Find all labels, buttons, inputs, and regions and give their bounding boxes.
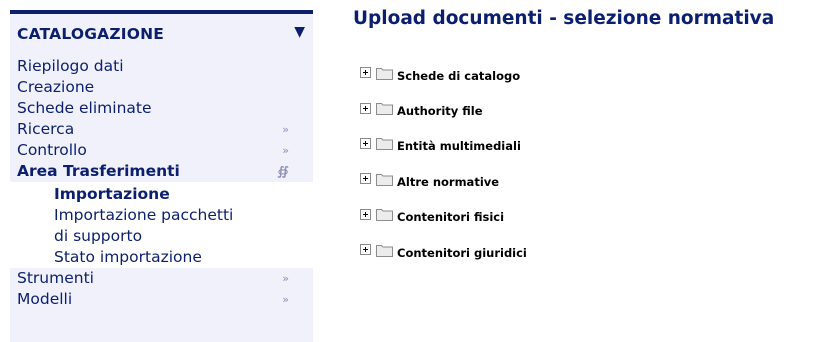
folder-icon xyxy=(376,244,393,257)
sidebar-item-controllo[interactable]: Controllo » xyxy=(10,140,313,161)
submenu-item-label: Importazione xyxy=(54,185,170,203)
sidebar-item-strumenti[interactable]: Strumenti » xyxy=(10,268,313,289)
tree-node-authority-file: Authority file xyxy=(360,90,527,125)
double-chevron-right-icon: » xyxy=(282,293,289,306)
sidebar-item-label: Modelli xyxy=(17,290,73,308)
sidebar-item-label: Ricerca xyxy=(17,120,75,138)
sidebar-item-area-trasferimenti[interactable]: Area Trasferimenti ∯ xyxy=(10,161,313,182)
sidebar-item-label: Schede eliminate xyxy=(17,99,152,117)
sidebar-item-ricerca[interactable]: Ricerca » xyxy=(10,119,313,140)
submenu-item-importazione-pacchetti[interactable]: Importazione pacchetti di supporto xyxy=(10,205,313,247)
submenu-item-label: Stato importazione xyxy=(54,248,202,266)
plus-box-icon[interactable] xyxy=(360,102,371,114)
page-title: Upload documenti - selezione normativa xyxy=(353,8,775,29)
sidebar-item-label: Strumenti xyxy=(17,269,94,287)
sidebar-item-schede-eliminate[interactable]: Schede eliminate xyxy=(10,98,313,119)
folder-icon xyxy=(376,209,393,222)
tree-node-entita-multimediali: Entità multimediali xyxy=(360,126,527,161)
folder-icon xyxy=(376,67,393,80)
double-chevron-right-icon: » xyxy=(282,272,289,285)
tree-node-label[interactable]: Contenitori fisici xyxy=(397,210,504,224)
tree-node-contenitori-giuridici: Contenitori giuridici xyxy=(360,232,527,267)
sidebar-item-label: Area Trasferimenti xyxy=(17,162,180,180)
normative-tree: Schede di catalogo Authority file Entità… xyxy=(360,55,527,267)
submenu-item-importazione[interactable]: Importazione xyxy=(10,184,313,205)
submenu-item-label-line2: di supporto xyxy=(54,227,143,245)
sidebar-header-title: CATALOGAZIONE xyxy=(17,25,165,43)
plus-box-icon[interactable] xyxy=(360,137,371,149)
tree-node-label[interactable]: Altre normative xyxy=(397,175,499,189)
plus-box-icon[interactable] xyxy=(360,244,371,256)
tree-node-schede-di-catalogo: Schede di catalogo xyxy=(360,55,527,90)
sidebar-menu: Riepilogo dati Creazione Schede eliminat… xyxy=(10,56,313,310)
plus-box-icon[interactable] xyxy=(360,67,371,79)
sidebar-item-modelli[interactable]: Modelli » xyxy=(10,289,313,310)
plus-box-icon[interactable] xyxy=(360,208,371,220)
sidebar-submenu-container: Importazione Importazione pacchetti di s… xyxy=(10,182,313,268)
submenu-item-stato-importazione[interactable]: Stato importazione xyxy=(10,247,313,268)
double-chevron-right-icon: » xyxy=(282,144,289,157)
folder-icon xyxy=(376,173,393,186)
double-chevron-right-icon: » xyxy=(282,123,289,136)
sidebar-item-label: Riepilogo dati xyxy=(17,57,124,75)
tree-node-label[interactable]: Authority file xyxy=(397,104,483,118)
tree-node-contenitori-fisici: Contenitori fisici xyxy=(360,197,527,232)
double-chevron-down-icon: ∯ xyxy=(277,164,289,178)
triangle-down-icon[interactable]: ▼ xyxy=(294,24,305,40)
sidebar-submenu: Importazione Importazione pacchetti di s… xyxy=(10,182,313,268)
sidebar-item-label: Creazione xyxy=(17,78,95,96)
folder-icon xyxy=(376,138,393,151)
plus-box-icon[interactable] xyxy=(360,173,371,185)
sidebar-item-label: Controllo xyxy=(17,141,87,159)
submenu-item-label-line1: Importazione pacchetti xyxy=(54,206,234,224)
sidebar-item-riepilogo-dati[interactable]: Riepilogo dati xyxy=(10,56,313,77)
folder-icon xyxy=(376,103,393,116)
sidebar-header[interactable]: CATALOGAZIONE ▼ xyxy=(10,14,313,48)
tree-node-label[interactable]: Entità multimediali xyxy=(397,139,521,153)
tree-node-altre-normative: Altre normative xyxy=(360,161,527,196)
sidebar-item-creazione[interactable]: Creazione xyxy=(10,77,313,98)
sidebar: CATALOGAZIONE ▼ Riepilogo dati Creazione… xyxy=(10,10,313,342)
tree-node-label[interactable]: Schede di catalogo xyxy=(397,69,520,83)
tree-node-label[interactable]: Contenitori giuridici xyxy=(397,246,527,260)
